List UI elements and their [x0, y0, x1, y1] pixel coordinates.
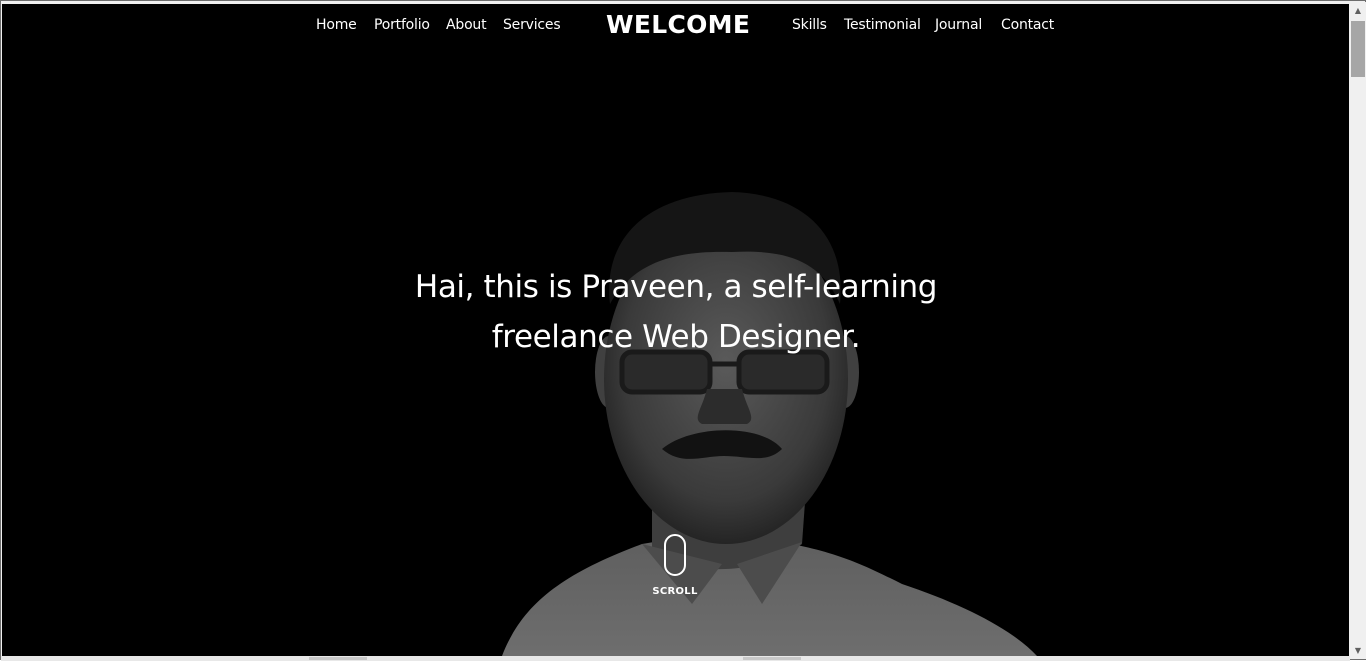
scroll-indicator[interactable]: SCROLL: [642, 534, 708, 604]
hero-line-2: freelance Web Designer.: [491, 319, 861, 355]
scroll-label: SCROLL: [652, 586, 698, 597]
nav-testimonial[interactable]: Testimonial: [844, 17, 921, 33]
scroll-up-arrow-icon[interactable]: ▲: [1350, 2, 1366, 19]
main-nav: Home Portfolio About Services WELCOME Sk…: [2, 4, 1349, 48]
scroll-down-arrow-icon[interactable]: ▼: [1350, 642, 1366, 659]
hero-section: Home Portfolio About Services WELCOME Sk…: [2, 4, 1349, 656]
nav-portfolio[interactable]: Portfolio: [374, 17, 430, 33]
nav-home[interactable]: Home: [316, 17, 357, 33]
hero-line-1: Hai, this is Praveen, a self-learning: [414, 269, 938, 305]
hero-heading: Hai, this is Praveen, a self-learning fr…: [376, 262, 976, 362]
nav-services[interactable]: Services: [503, 17, 561, 33]
nav-about[interactable]: About: [446, 17, 487, 33]
scrollbar-thumb[interactable]: [1351, 21, 1365, 77]
nav-skills[interactable]: Skills: [792, 17, 827, 33]
browser-viewport: Home Portfolio About Services WELCOME Sk…: [0, 0, 1366, 661]
mouse-icon: [664, 534, 686, 576]
nav-journal[interactable]: Journal: [935, 17, 982, 33]
bottom-edge: [1, 656, 1350, 661]
site-brand[interactable]: WELCOME: [606, 10, 750, 39]
vertical-scrollbar[interactable]: ▲ ▼: [1350, 2, 1366, 659]
nav-contact[interactable]: Contact: [1001, 17, 1054, 33]
